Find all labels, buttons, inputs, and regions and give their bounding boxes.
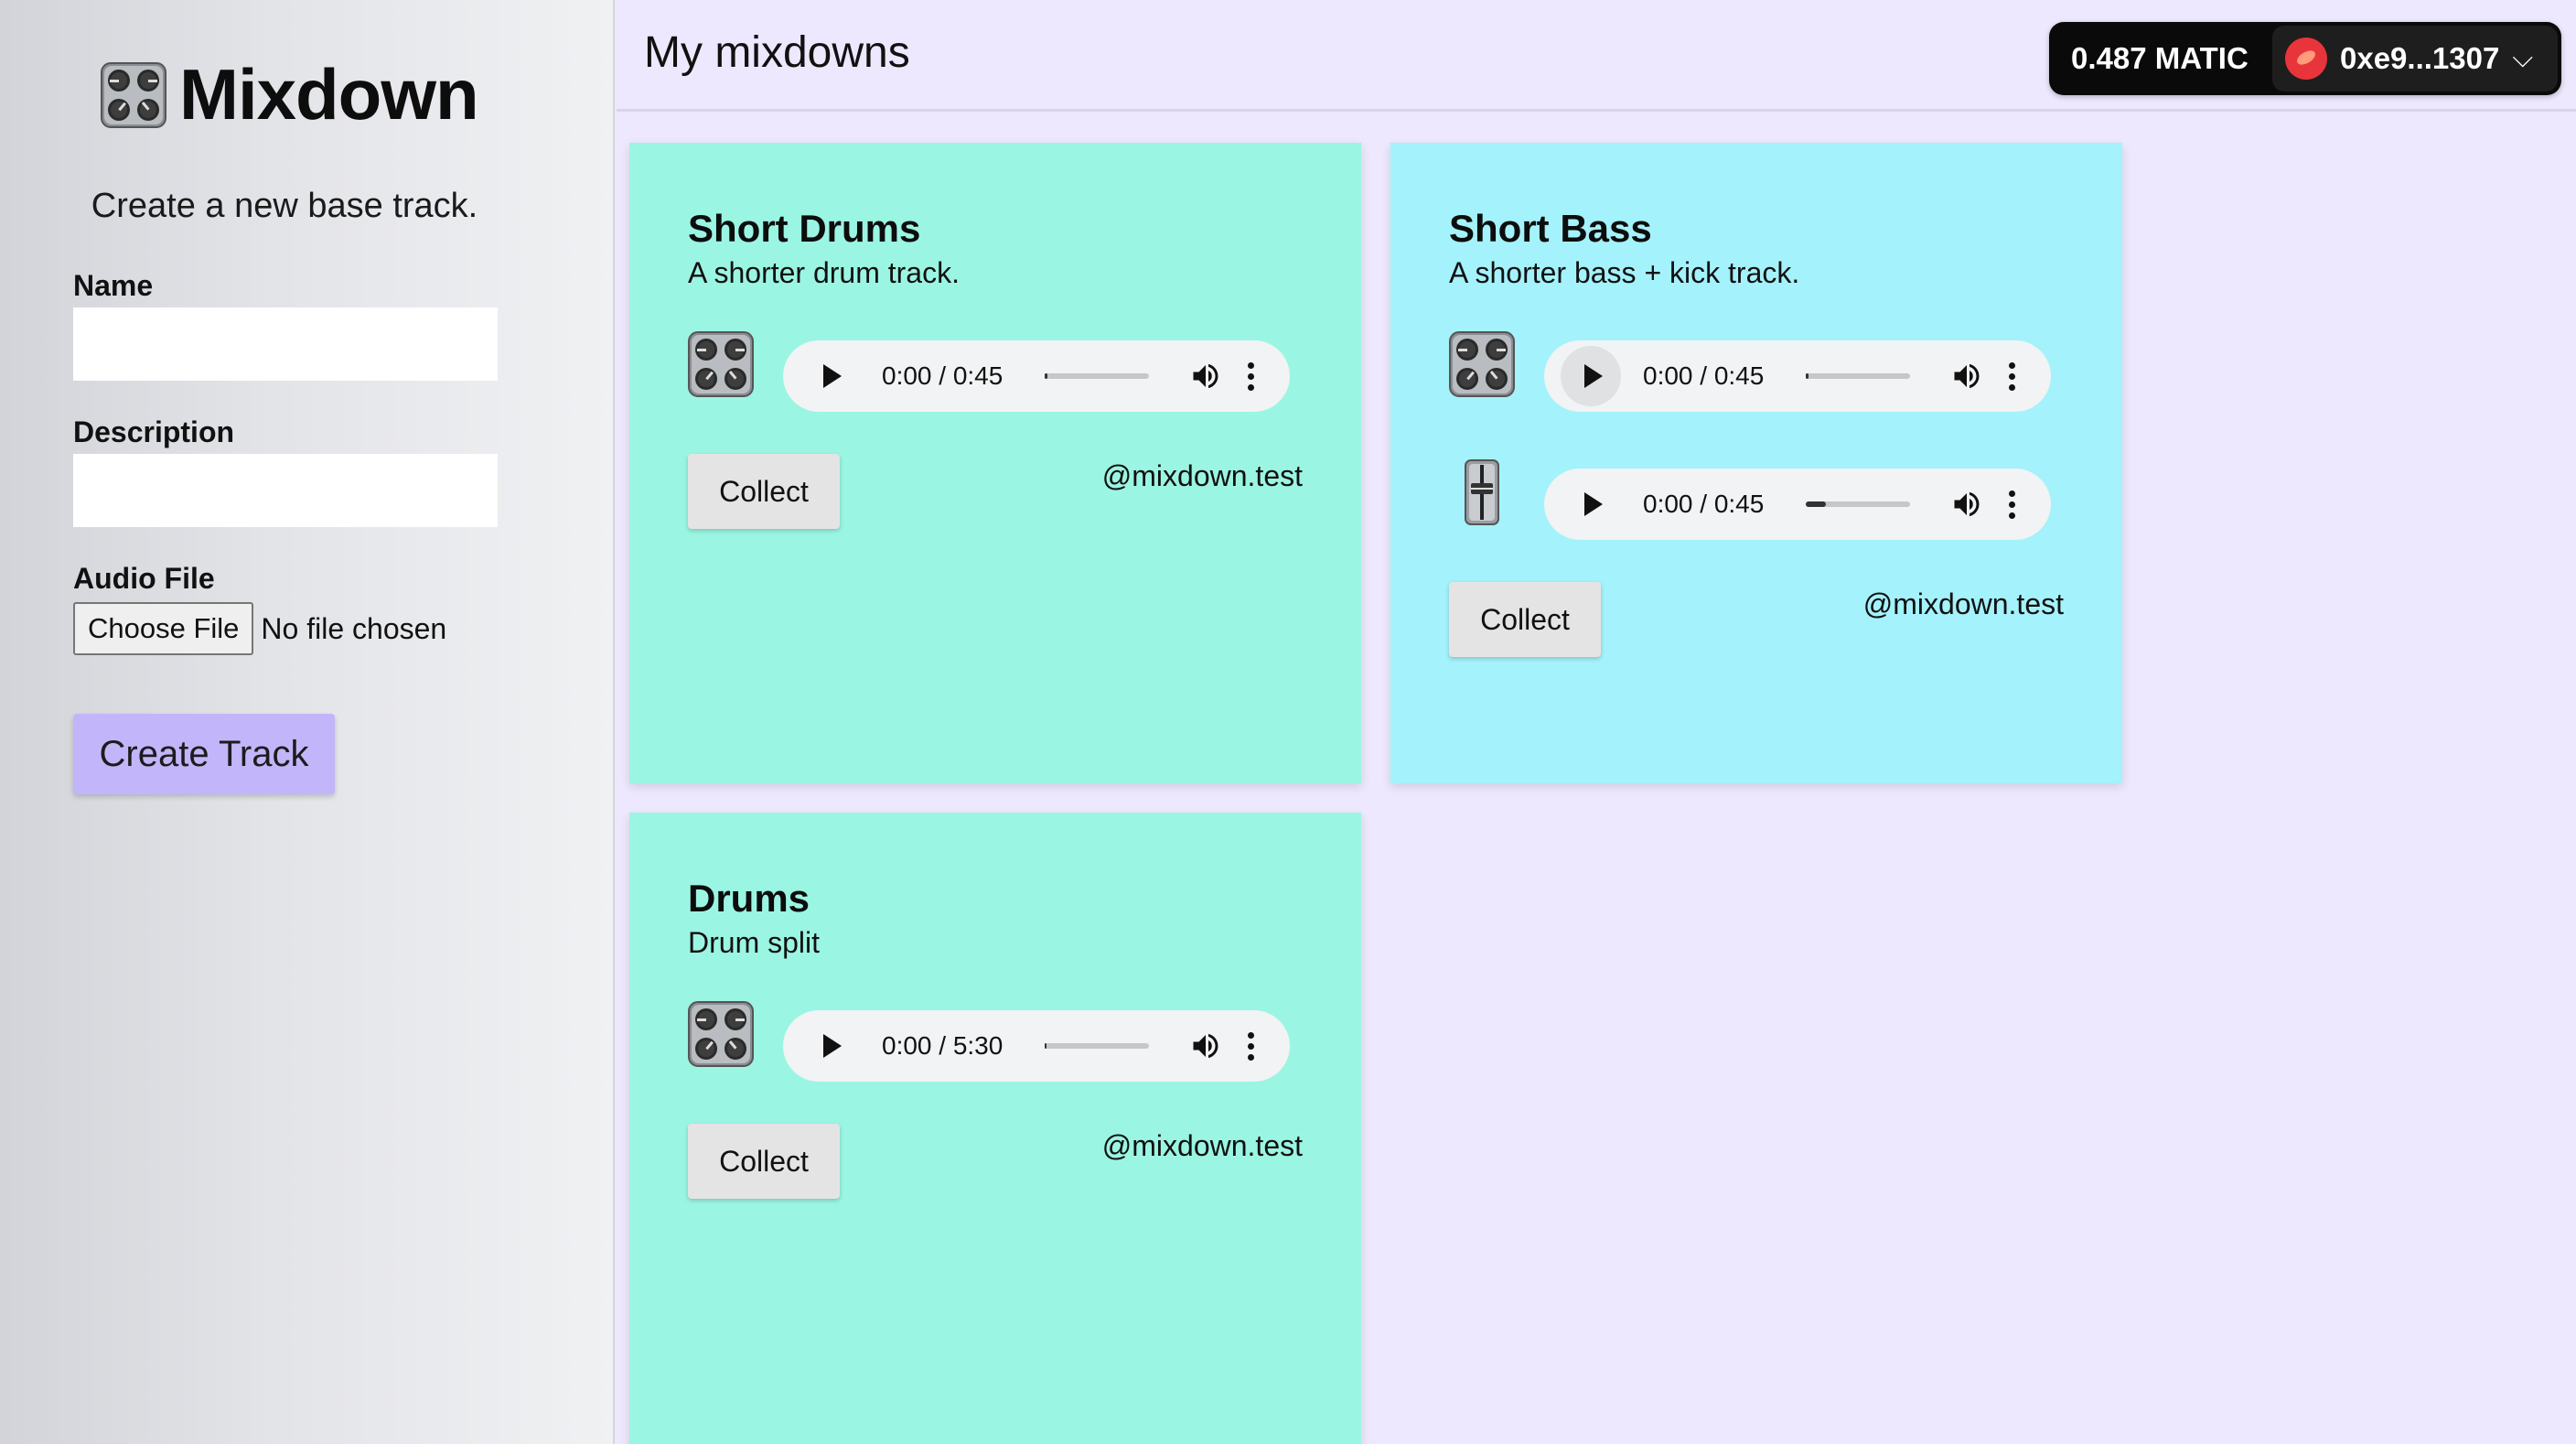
audio-player[interactable]: 0:00 / 5:30 xyxy=(783,1010,1290,1082)
more-options-icon[interactable] xyxy=(1248,1031,1254,1061)
account-avatar-icon xyxy=(2285,38,2327,80)
volume-icon[interactable] xyxy=(1950,360,1983,393)
create-track-button[interactable]: Create Track xyxy=(73,714,335,794)
card-description: A shorter drum track. xyxy=(688,256,960,289)
name-input[interactable] xyxy=(73,307,498,381)
create-track-heading: Create a new base track. xyxy=(91,187,478,225)
mixdown-card: Short Drums A shorter drum track. 0:00 /… xyxy=(629,143,1361,783)
seek-progress xyxy=(1045,1043,1046,1049)
file-status: No file chosen xyxy=(261,611,447,645)
top-header: My mixdowns 0.487 MATIC 0xe9...1307 ⌵ xyxy=(617,0,2576,112)
mixer-knobs-icon xyxy=(101,62,166,128)
sidebar: Mixdown Create a new base track. Name De… xyxy=(0,0,615,1444)
mixer-knobs-icon xyxy=(1449,331,1515,397)
seek-progress xyxy=(1045,373,1047,379)
collect-button[interactable]: Collect xyxy=(1449,582,1601,657)
chevron-down-icon: ⌵ xyxy=(2512,43,2534,73)
card-description: A shorter bass + kick track. xyxy=(1449,256,1800,289)
name-label: Name xyxy=(73,269,154,302)
audio-player[interactable]: 0:00 / 0:45 xyxy=(783,340,1290,412)
play-button[interactable] xyxy=(800,346,860,406)
play-button[interactable] xyxy=(800,1016,860,1076)
mixer-knobs-icon xyxy=(688,1001,754,1067)
audio-time: 0:00 / 0:45 xyxy=(1643,361,1765,390)
seek-progress xyxy=(1806,373,1809,379)
mixdown-card: Short Bass A shorter bass + kick track. … xyxy=(1390,143,2122,783)
play-icon xyxy=(1584,364,1603,388)
wallet-balance[interactable]: 0.487 MATIC xyxy=(2049,41,2269,76)
seek-slider[interactable] xyxy=(1045,1043,1149,1049)
seek-slider[interactable] xyxy=(1806,373,1910,379)
audio-file-label: Audio File xyxy=(73,562,215,595)
play-button[interactable] xyxy=(1561,346,1621,406)
wallet-address: 0xe9...1307 xyxy=(2340,41,2500,75)
description-label: Description xyxy=(73,415,235,448)
more-options-icon[interactable] xyxy=(2009,490,2015,519)
file-picker: Choose File No file chosen xyxy=(73,602,446,655)
mixer-knobs-icon xyxy=(688,331,754,397)
page-title: My mixdowns xyxy=(644,28,910,77)
card-title: Drums xyxy=(688,877,810,920)
audio-time: 0:00 / 0:45 xyxy=(1643,490,1765,518)
seek-progress xyxy=(1806,501,1826,507)
play-icon xyxy=(1584,492,1603,516)
volume-icon[interactable] xyxy=(1189,1029,1222,1062)
volume-icon[interactable] xyxy=(1950,488,1983,521)
fader-icon xyxy=(1449,459,1515,525)
collect-button[interactable]: Collect xyxy=(688,454,840,529)
creator-handle: @mixdown.test xyxy=(1101,1129,1303,1162)
more-options-icon[interactable] xyxy=(1248,361,1254,391)
audio-player[interactable]: 0:00 / 0:45 xyxy=(1544,340,2051,412)
more-options-icon[interactable] xyxy=(2009,361,2015,391)
audio-time: 0:00 / 5:30 xyxy=(882,1031,1004,1060)
wallet-widget[interactable]: 0.487 MATIC 0xe9...1307 ⌵ xyxy=(2049,22,2561,95)
mixdown-card: Drums Drum split 0:00 / 5:30 Collect @mi… xyxy=(629,813,1361,1444)
audio-time: 0:00 / 0:45 xyxy=(882,361,1004,390)
creator-handle: @mixdown.test xyxy=(1862,587,2064,620)
play-icon xyxy=(823,1034,842,1058)
seek-slider[interactable] xyxy=(1806,501,1910,507)
play-icon xyxy=(823,364,842,388)
collect-button[interactable]: Collect xyxy=(688,1124,840,1199)
seek-slider[interactable] xyxy=(1045,373,1149,379)
card-title: Short Bass xyxy=(1449,207,1652,250)
card-description: Drum split xyxy=(688,926,821,959)
choose-file-button[interactable]: Choose File xyxy=(73,602,254,655)
volume-icon[interactable] xyxy=(1189,360,1222,393)
creator-handle: @mixdown.test xyxy=(1101,459,1303,492)
app-logo: Mixdown xyxy=(101,53,479,136)
audio-player[interactable]: 0:00 / 0:45 xyxy=(1544,469,2051,540)
card-title: Short Drums xyxy=(688,207,921,250)
app-name: Mixdown xyxy=(179,54,479,135)
play-button[interactable] xyxy=(1561,474,1621,534)
account-button[interactable]: 0xe9...1307 ⌵ xyxy=(2272,26,2558,92)
description-input[interactable] xyxy=(73,454,498,527)
